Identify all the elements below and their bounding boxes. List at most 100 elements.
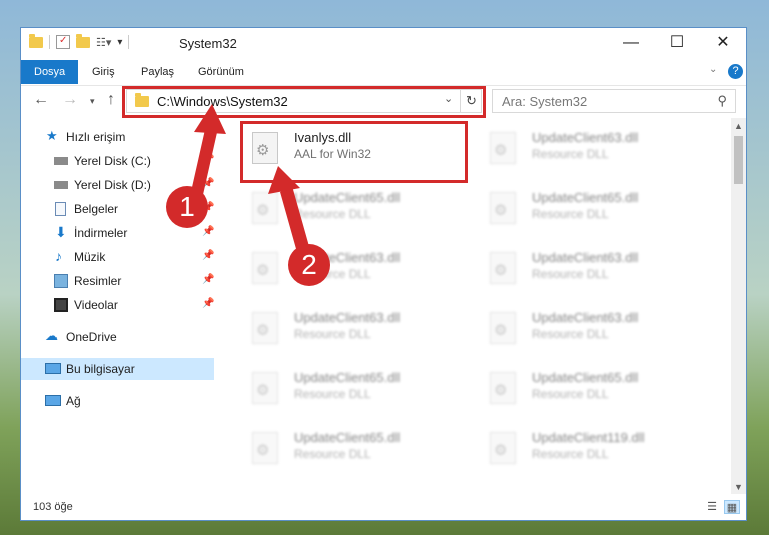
title-bar: ✓ ☷▾ ▾ System32 — ☐ ✕ (21, 28, 746, 60)
forward-arrow-icon[interactable]: → (62, 91, 78, 109)
expand-ribbon-icon[interactable]: ⌄ (709, 64, 717, 75)
vertical-scrollbar[interactable]: ▲ ▼ (731, 118, 746, 494)
drive-icon (54, 181, 68, 189)
maximize-button[interactable]: ☐ (654, 28, 700, 58)
tiles-view-icon[interactable]: ▦ (724, 500, 740, 514)
details-view-icon[interactable]: ☰ (704, 500, 720, 514)
ribbon-tabs: Dosya Giriş Paylaş Görünüm ⌄ ? (21, 60, 746, 84)
dll-file-icon (490, 252, 516, 284)
scroll-up-icon[interactable]: ▲ (734, 121, 743, 131)
file-description: Resource DLL (532, 207, 609, 221)
dll-file-icon (252, 432, 278, 464)
toolbar-separator (128, 35, 130, 49)
back-arrow-icon[interactable]: ← (33, 91, 49, 109)
file-description: Resource DLL (294, 327, 371, 341)
customize-toolbar-icon[interactable]: ▾ (117, 37, 122, 48)
file-description: Resource DLL (532, 267, 609, 281)
pin-icon[interactable]: 📌 (202, 178, 214, 189)
new-folder-icon[interactable] (76, 33, 90, 48)
file-name: UpdateClient63.dll (294, 310, 401, 325)
search-icon[interactable]: ⚲ (717, 93, 727, 109)
sidebar-item-label: Müzik (74, 250, 106, 264)
file-name: UpdateClient65.dll (294, 430, 401, 445)
file-description: Resource DLL (294, 447, 371, 461)
file-item[interactable]: UpdateClient65.dll Resource DLL (480, 362, 710, 414)
file-description: Resource DLL (532, 147, 609, 161)
file-name: UpdateClient119.dll (532, 430, 645, 445)
sidebar-item-pictures[interactable]: Resimler 📌 (21, 270, 214, 292)
network-icon (45, 395, 61, 406)
file-item[interactable]: UpdateClient63.dll Resource DLL (480, 302, 710, 354)
close-button[interactable]: ✕ (700, 28, 746, 58)
sidebar-item-onedrive[interactable]: ☁ OneDrive (21, 326, 214, 348)
download-icon: ⬇ (55, 224, 67, 240)
dll-file-icon (252, 192, 278, 224)
pin-icon[interactable]: 📌 (202, 226, 214, 237)
search-input[interactable]: Ara: System32 ⚲ (492, 89, 736, 113)
file-list: Ivanlys.dll AAL for Win32 UpdateClient63… (234, 118, 731, 494)
pictures-icon (54, 274, 68, 288)
pin-icon[interactable]: 📌 (202, 274, 214, 285)
file-description: Resource DLL (294, 207, 371, 221)
help-icon[interactable]: ? (728, 64, 743, 79)
folder-icon (29, 33, 43, 48)
pin-icon[interactable]: 📌 (202, 154, 214, 165)
navigation-pane: ★ Hızlı erişim Yerel Disk (C:) 📌 Yerel D… (21, 118, 214, 494)
sidebar-item-music[interactable]: ♪ Müzik 📌 (21, 246, 214, 268)
pin-icon[interactable]: 📌 (202, 298, 214, 309)
view-icon[interactable]: ☷▾ (96, 36, 111, 49)
music-icon: ♪ (55, 248, 62, 264)
sidebar-item-label: İndirmeler (74, 226, 128, 240)
scrollbar-thumb[interactable] (734, 136, 743, 184)
recent-locations-icon[interactable]: ▾ (90, 96, 95, 107)
file-item[interactable]: UpdateClient65.dll Resource DLL (480, 182, 710, 234)
up-arrow-icon[interactable]: ↑ (107, 91, 115, 109)
sidebar-item-videos[interactable]: Videolar 📌 (21, 294, 214, 316)
tab-dosya[interactable]: Dosya (21, 60, 79, 84)
file-item[interactable]: UpdateClient119.dll Resource DLL (480, 422, 710, 474)
file-item[interactable]: UpdateClient63.dll Resource DLL (242, 242, 472, 294)
file-name: UpdateClient65.dll (294, 190, 401, 205)
sidebar-item-label: Belgeler (74, 202, 119, 216)
callout-2: 2 (288, 244, 330, 286)
dll-file-icon (252, 372, 278, 404)
dll-file-icon (490, 432, 516, 464)
file-item[interactable]: UpdateClient63.dll Resource DLL (480, 122, 710, 174)
scroll-down-icon[interactable]: ▼ (734, 482, 743, 492)
file-item[interactable]: UpdateClient65.dll Resource DLL (242, 182, 472, 234)
star-icon: ★ (46, 128, 58, 143)
tab-gorunum[interactable]: Görünüm (198, 60, 244, 84)
dll-file-icon (490, 372, 516, 404)
file-item[interactable]: UpdateClient63.dll Resource DLL (242, 302, 472, 354)
pin-icon[interactable]: 📌 (202, 250, 214, 261)
tab-paylas[interactable]: Paylaş (141, 60, 174, 84)
file-item[interactable]: UpdateClient63.dll Resource DLL (480, 242, 710, 294)
sidebar-item-label: Bu bilgisayar (66, 362, 135, 376)
sidebar-item-label: Hızlı erişim (66, 130, 126, 144)
callout-1: 1 (166, 186, 208, 228)
sidebar-item-label: Ağ (66, 394, 81, 408)
sidebar-item-network[interactable]: Ağ (21, 390, 214, 412)
videos-icon (54, 298, 68, 312)
properties-icon[interactable]: ✓ (56, 35, 70, 49)
file-name: UpdateClient65.dll (532, 370, 639, 385)
address-row: ← → ▾ ↑ C:\Windows\System32 ⌄ ↻ Ara: Sys… (21, 85, 746, 118)
sidebar-item-label: Videolar (74, 298, 118, 312)
dll-file-icon (252, 252, 278, 284)
file-explorer-window: ✓ ☷▾ ▾ System32 — ☐ ✕ Dosya Giriş Paylaş… (20, 27, 747, 521)
sidebar-item-quick-access[interactable]: ★ Hızlı erişim (21, 126, 214, 148)
minimize-button[interactable]: — (608, 28, 654, 58)
dll-file-icon (490, 132, 516, 164)
dll-file-icon (252, 312, 278, 344)
sidebar-item-this-pc[interactable]: Bu bilgisayar (21, 358, 214, 380)
file-item[interactable]: UpdateClient65.dll Resource DLL (242, 362, 472, 414)
drive-icon (54, 157, 68, 165)
sidebar-item-disk-c[interactable]: Yerel Disk (C:) 📌 (21, 150, 214, 172)
sidebar-item-label: Yerel Disk (C:) (74, 154, 151, 168)
file-item[interactable]: UpdateClient65.dll Resource DLL (242, 422, 472, 474)
file-description: Resource DLL (532, 327, 609, 341)
file-name: UpdateClient65.dll (294, 370, 401, 385)
address-highlight-box (122, 86, 486, 118)
computer-icon (45, 363, 61, 374)
tab-giris[interactable]: Giriş (92, 60, 115, 84)
